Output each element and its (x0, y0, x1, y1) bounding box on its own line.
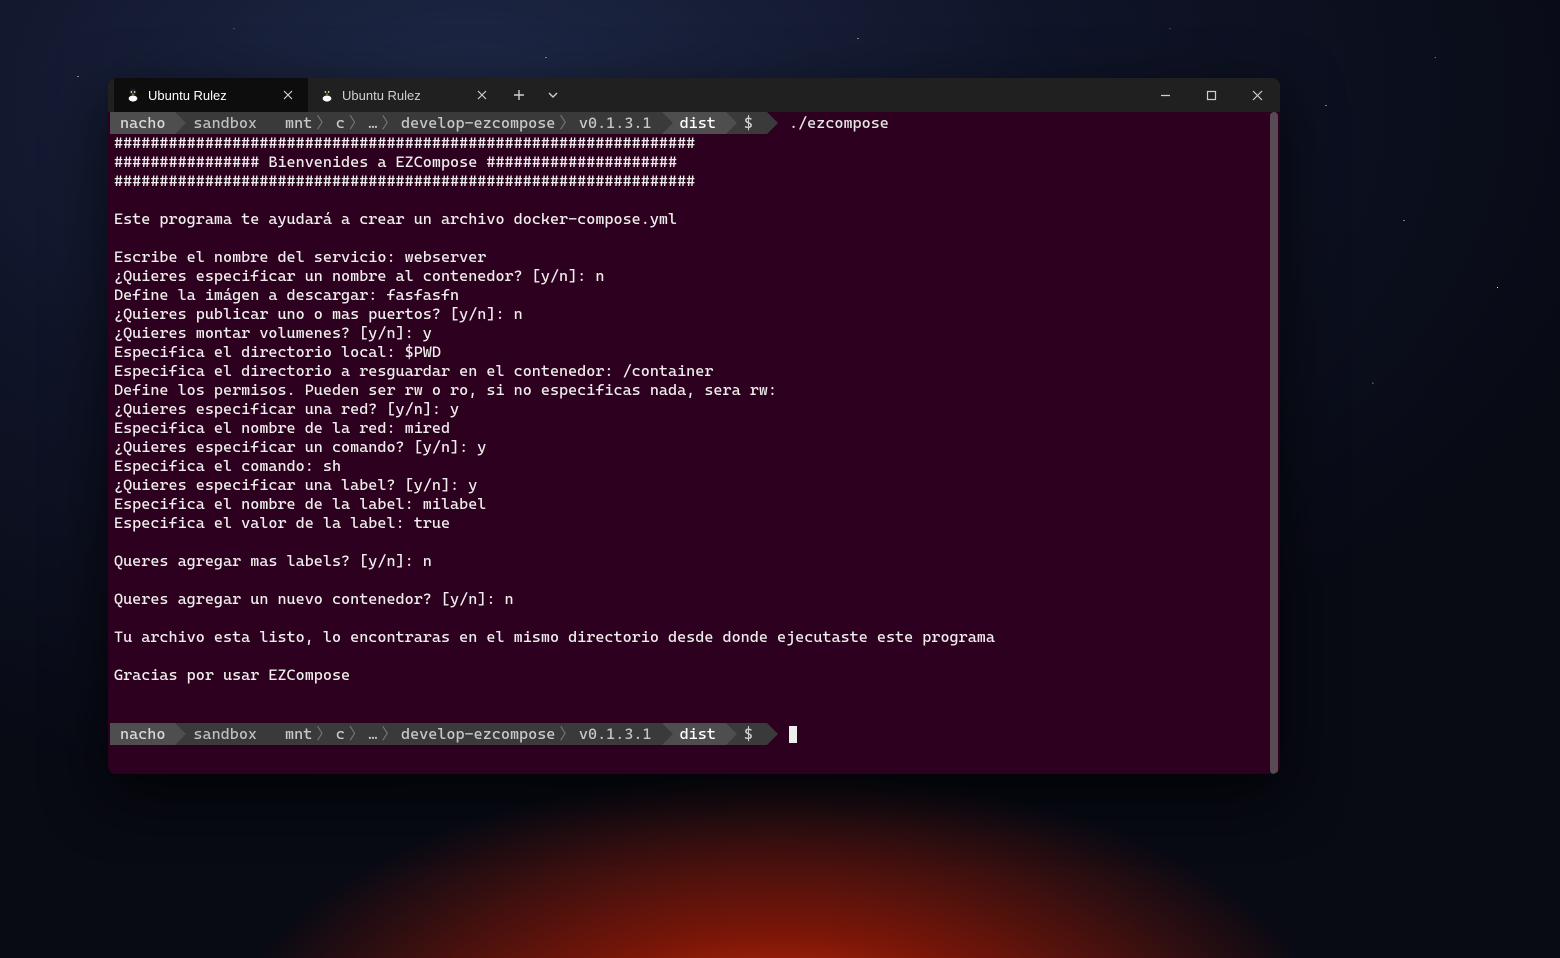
prompt-machine: sandbox (175, 723, 267, 745)
terminal-output: ########################################… (108, 134, 1280, 723)
terminal-cursor (789, 726, 797, 743)
prompt-path: mnt〉c〉…〉develop-ezcompose〉v0.1.3.1 (267, 723, 662, 745)
output-line: ########################################… (114, 172, 1274, 191)
output-line: Este programa te ayudará a crear un arch… (114, 210, 1274, 229)
tab-0[interactable]: Ubuntu Rulez (114, 78, 308, 112)
tab-title: Ubuntu Rulez (148, 88, 227, 103)
tab-strip: Ubuntu Rulez Ubuntu Rulez (108, 78, 570, 112)
output-line (114, 571, 1274, 590)
output-line: Especifica el nombre de la red: mired (114, 419, 1274, 438)
output-line: ¿Quieres publicar uno o mas puertos? [y/… (114, 305, 1274, 324)
prompt-machine: sandbox (175, 112, 267, 134)
output-line: Gracias por usar EZCompose (114, 666, 1274, 685)
prompt-user: nacho (110, 723, 175, 745)
close-tab-button[interactable] (280, 87, 296, 103)
window-controls (1142, 78, 1280, 112)
output-line (114, 229, 1274, 248)
tux-icon (320, 88, 334, 102)
output-line: ¿Quieres especificar una label? [y/n]: y (114, 476, 1274, 495)
prompt-line-1: nacho sandbox mnt〉c〉…〉develop-ezcompose〉… (108, 112, 1280, 134)
output-line: Escribe el nombre del servicio: webserve… (114, 248, 1274, 267)
terminal-scrollbar[interactable] (1268, 112, 1280, 774)
output-line: Especifica el directorio local: $PWD (114, 343, 1274, 362)
output-line: Especifica el comando: sh (114, 457, 1274, 476)
titlebar[interactable]: Ubuntu Rulez Ubuntu Rulez (108, 78, 1280, 112)
minimize-button[interactable] (1142, 78, 1188, 112)
scrollbar-thumb[interactable] (1270, 112, 1278, 774)
titlebar-drag-region[interactable] (570, 78, 1142, 112)
prompt-user: nacho (110, 112, 175, 134)
output-line: ########################################… (114, 134, 1274, 153)
output-line (114, 533, 1274, 552)
output-line (114, 685, 1274, 704)
new-tab-button[interactable] (502, 78, 536, 112)
output-line (114, 647, 1274, 666)
output-line (114, 609, 1274, 628)
output-line: ¿Quieres especificar una red? [y/n]: y (114, 400, 1274, 419)
output-line (114, 191, 1274, 210)
output-line: Queres agregar mas labels? [y/n]: n (114, 552, 1274, 571)
prompt-path: mnt〉c〉…〉develop-ezcompose〉v0.1.3.1 (267, 112, 662, 134)
output-line: ¿Quieres montar volumenes? [y/n]: y (114, 324, 1274, 343)
output-line: Especifica el directorio a resguardar en… (114, 362, 1274, 381)
output-line: Queres agregar un nuevo contenedor? [y/n… (114, 590, 1274, 609)
maximize-button[interactable] (1188, 78, 1234, 112)
tab-dropdown-button[interactable] (536, 78, 570, 112)
tux-icon (126, 88, 140, 102)
output-line (114, 704, 1274, 723)
output-line: Tu archivo esta listo, lo encontraras en… (114, 628, 1274, 647)
output-line: Define la imágen a descargar: fasfasfn (114, 286, 1274, 305)
terminal-viewport[interactable]: nacho sandbox mnt〉c〉…〉develop-ezcompose〉… (108, 112, 1280, 774)
entered-command: ./ezcompose (767, 114, 889, 133)
output-line: Define los permisos. Pueden ser rw o ro,… (114, 381, 1274, 400)
prompt-line-2: nacho sandbox mnt〉c〉…〉develop-ezcompose〉… (108, 723, 1280, 745)
close-tab-button[interactable] (474, 87, 490, 103)
output-line: ¿Quieres especificar un nombre al conten… (114, 267, 1274, 286)
output-line: ¿Quieres especificar un comando? [y/n]: … (114, 438, 1274, 457)
terminal-window: Ubuntu Rulez Ubuntu Rulez (108, 78, 1280, 774)
tab-1[interactable]: Ubuntu Rulez (308, 78, 502, 112)
tab-title: Ubuntu Rulez (342, 88, 421, 103)
close-window-button[interactable] (1234, 78, 1280, 112)
output-line: Especifica el nombre de la label: milabe… (114, 495, 1274, 514)
output-line: ################ Bienvenides a EZCompose… (114, 153, 1274, 172)
output-line: Especifica el valor de la label: true (114, 514, 1274, 533)
